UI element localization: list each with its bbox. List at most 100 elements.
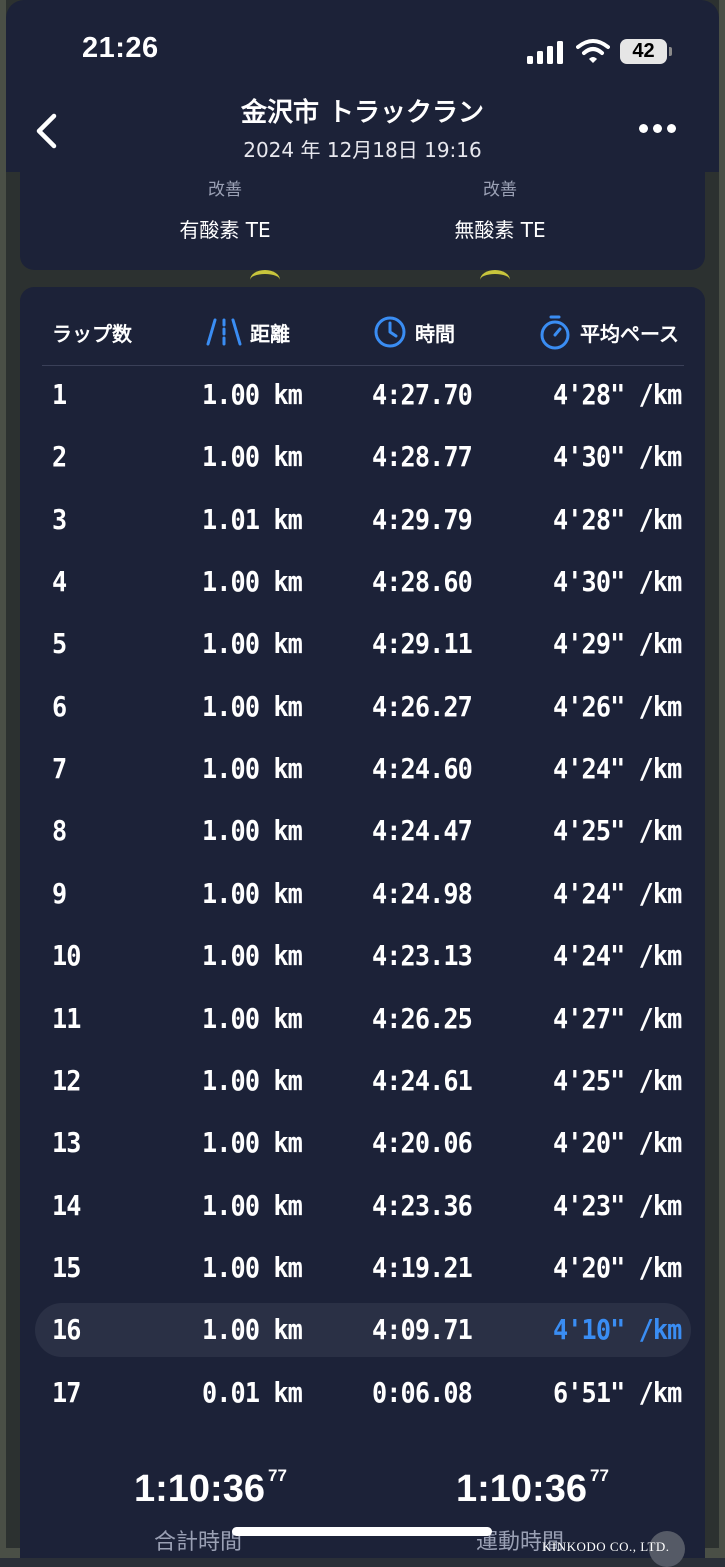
- table-row[interactable]: 9 1.00 km 4:24.98 4'24" /km: [0, 866, 725, 922]
- status-bar-time: 21:26: [82, 32, 159, 64]
- distance-cell: 1.00 km: [202, 876, 303, 910]
- lap-number-cell: 10: [52, 939, 81, 973]
- total-time-main: 1:10:36: [134, 1468, 265, 1510]
- time-cell: 4:28.77: [372, 440, 473, 474]
- time-cell: 4:23.13: [372, 939, 473, 973]
- pace-cell: 4'26" /km: [553, 689, 682, 723]
- lap-number-cell: 14: [52, 1188, 81, 1222]
- distance-cell: 1.00 km: [202, 1188, 303, 1222]
- stopwatch-icon: [540, 315, 570, 350]
- anaerobic-te: 改善 無酸素 TE: [370, 172, 630, 243]
- road-icon: [206, 318, 242, 346]
- aerobic-te-status: 改善: [208, 180, 242, 200]
- lap-number-cell: 13: [52, 1126, 81, 1160]
- lap-number-cell: 4: [52, 565, 67, 599]
- table-row[interactable]: 2 1.00 km 4:28.77 4'30" /km: [0, 429, 725, 485]
- pace-cell: 4'25" /km: [553, 814, 682, 848]
- distance-cell: 1.00 km: [202, 440, 303, 474]
- pace-cell: 4'24" /km: [553, 939, 682, 973]
- table-row[interactable]: 6 1.00 km 4:26.27 4'26" /km: [0, 679, 725, 735]
- pace-cell: 4'24" /km: [553, 876, 682, 910]
- lap-number-cell: 1: [52, 378, 67, 411]
- table-row[interactable]: 12 1.00 km 4:24.61 4'25" /km: [0, 1053, 725, 1109]
- pace-cell: 4'28" /km: [553, 502, 682, 536]
- distance-cell: 1.00 km: [202, 627, 303, 661]
- table-row[interactable]: 14 1.00 km 4:23.36 4'23" /km: [0, 1178, 725, 1234]
- lap-number-cell: 11: [52, 1001, 81, 1035]
- time-cell: 4:29.11: [372, 627, 473, 661]
- distance-cell: 1.00 km: [202, 1001, 303, 1035]
- moving-time-main: 1:10:36: [456, 1468, 587, 1510]
- time-header: 時間: [373, 312, 455, 352]
- page-title: 金沢市 トラックラン: [240, 98, 485, 128]
- pace-cell: 4'29" /km: [553, 627, 682, 661]
- lap-number-cell: 7: [52, 752, 67, 786]
- lap-number-cell: 15: [52, 1250, 81, 1284]
- distance-header-label: 距離: [250, 321, 290, 346]
- table-row[interactable]: 16 1.00 km 4:09.71 4'10" /km: [0, 1302, 725, 1358]
- watermark-text: KINKODO CO., LTD.: [542, 1539, 670, 1554]
- time-cell: 4:26.25: [372, 1001, 473, 1035]
- pace-cell: 4'24" /km: [553, 752, 682, 786]
- table-row[interactable]: 10 1.00 km 4:23.13 4'24" /km: [0, 928, 725, 984]
- total-time-fraction: 77: [267, 1466, 287, 1485]
- pace-header-label: 平均ペース: [580, 321, 679, 346]
- distance-cell: 1.00 km: [202, 565, 303, 599]
- distance-header: 距離: [206, 312, 290, 352]
- table-row[interactable]: 5 1.00 km 4:29.11 4'29" /km: [0, 616, 725, 672]
- time-cell: 4:24.98: [372, 876, 473, 910]
- lap-number-cell: 9: [52, 876, 67, 910]
- pace-cell: 4'10" /km: [553, 1313, 682, 1347]
- aerobic-te: 改善 有酸素 TE: [95, 172, 355, 243]
- time-cell: 4:24.61: [372, 1063, 473, 1097]
- distance-cell: 1.00 km: [202, 1313, 303, 1347]
- moving-time-value: 1:10:36 77: [456, 1466, 609, 1511]
- distance-cell: 1.00 km: [202, 939, 303, 973]
- lap-number-cell: 3: [52, 502, 67, 536]
- time-cell: 4:24.60: [372, 752, 473, 786]
- moving-time-fraction: 77: [589, 1466, 609, 1485]
- pace-cell: 4'20" /km: [553, 1126, 682, 1160]
- pace-cell: 4'23" /km: [553, 1188, 682, 1222]
- pace-cell: 6'51" /km: [553, 1375, 682, 1409]
- table-row[interactable]: 13 1.00 km 4:20.06 4'20" /km: [0, 1115, 725, 1171]
- pace-cell: 4'25" /km: [553, 1063, 682, 1097]
- anaerobic-te-status: 改善: [483, 180, 517, 200]
- activity-datetime: 2024 年 12月18日 19:16: [243, 138, 482, 162]
- home-indicator[interactable]: [232, 1527, 492, 1536]
- battery-indicator: 42: [620, 39, 667, 64]
- battery-tip: [669, 47, 672, 56]
- table-row[interactable]: 7 1.00 km 4:24.60 4'24" /km: [0, 741, 725, 797]
- pace-cell: 4'30" /km: [553, 440, 682, 474]
- pace-cell: 4'27" /km: [553, 1001, 682, 1035]
- cellular-signal-icon: [527, 40, 565, 64]
- lap-number-header-label: ラップ数: [52, 321, 132, 346]
- lap-number-cell: 6: [52, 689, 67, 723]
- distance-cell: 1.00 km: [202, 1126, 303, 1160]
- time-cell: 4:26.27: [372, 689, 473, 723]
- table-row[interactable]: 4 1.00 km 4:28.60 4'30" /km: [0, 554, 725, 610]
- table-row[interactable]: 15 1.00 km 4:19.21 4'20" /km: [0, 1240, 725, 1296]
- distance-cell: 1.00 km: [202, 378, 303, 411]
- table-row[interactable]: 17 0.01 km 0:06.08 6'51" /km: [0, 1365, 725, 1421]
- header-divider: [42, 365, 684, 366]
- table-row[interactable]: 8 1.00 km 4:24.47 4'25" /km: [0, 803, 725, 859]
- wifi-icon: [576, 39, 610, 63]
- more-options-icon[interactable]: [639, 124, 677, 138]
- lap-number-cell: 17: [52, 1375, 81, 1409]
- table-row[interactable]: 11 1.00 km 4:26.25 4'27" /km: [0, 991, 725, 1047]
- pace-cell: 4'20" /km: [553, 1250, 682, 1284]
- lap-number-header: ラップ数: [52, 312, 132, 352]
- distance-cell: 0.01 km: [202, 1375, 303, 1409]
- lap-number-cell: 16: [52, 1313, 81, 1347]
- pace-cell: 4'30" /km: [553, 565, 682, 599]
- clock-icon: [374, 316, 406, 348]
- total-time-value: 1:10:36 77: [134, 1466, 287, 1511]
- distance-cell: 1.00 km: [202, 814, 303, 848]
- table-row[interactable]: 3 1.01 km 4:29.79 4'28" /km: [0, 492, 725, 548]
- distance-cell: 1.00 km: [202, 752, 303, 786]
- table-row[interactable]: 1 1.00 km 4:27.70 4'28" /km: [0, 367, 725, 423]
- training-effect-card: 改善 有酸素 TE 改善 無酸素 TE: [20, 172, 705, 270]
- pace-header: 平均ペース: [538, 312, 679, 352]
- time-cell: 4:09.71: [372, 1313, 473, 1347]
